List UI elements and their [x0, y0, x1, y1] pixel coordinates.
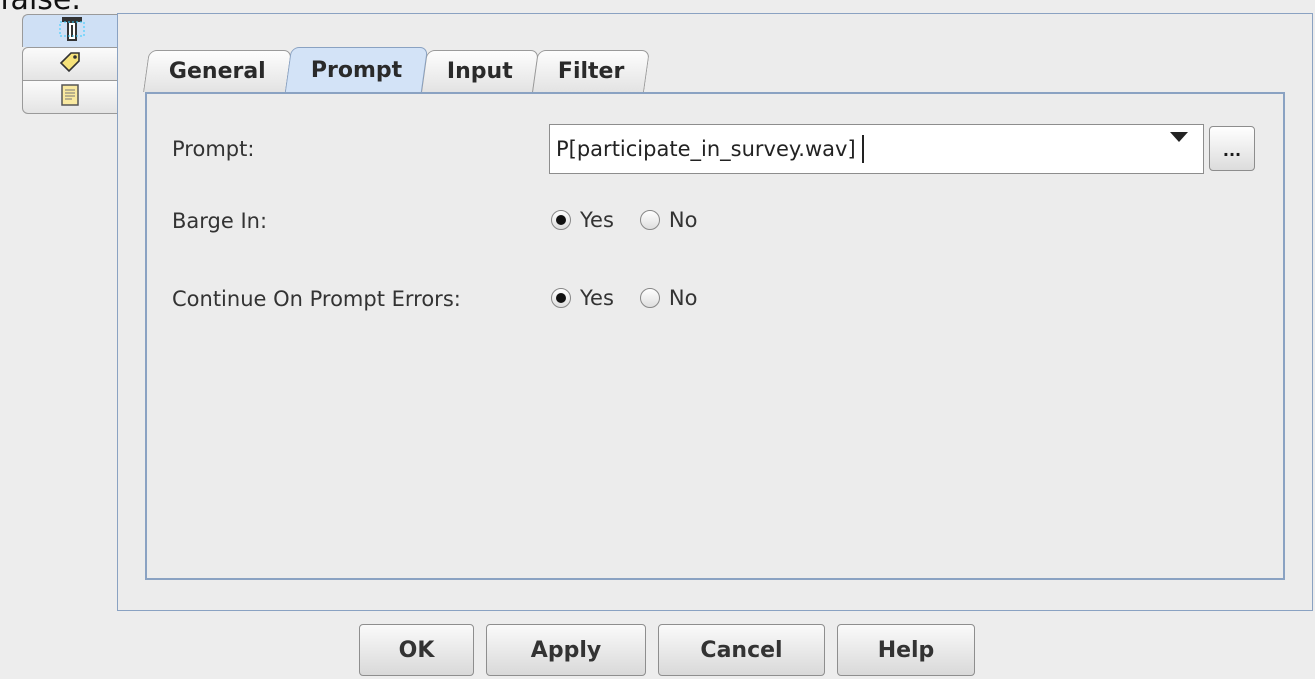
side-icon-tabs — [22, 14, 120, 114]
barge-in-no-radio[interactable] — [639, 210, 660, 230]
tab-input[interactable]: Input — [421, 50, 539, 92]
barge-in-yes-option[interactable]: Yes — [551, 208, 614, 232]
continue-no-radio[interactable] — [639, 288, 660, 308]
dialog-button-row: OK Apply Cancel Help — [359, 624, 975, 676]
continue-on-errors-radio-group: Yes No — [551, 286, 723, 310]
tab-general[interactable]: General — [143, 50, 292, 92]
cancel-button[interactable]: Cancel — [658, 624, 825, 676]
continue-no-option[interactable]: No — [639, 286, 698, 310]
barge-in-no-label: No — [668, 208, 698, 232]
help-button[interactable]: Help — [837, 624, 975, 676]
continue-on-errors-label: Continue On Prompt Errors: — [172, 287, 461, 311]
prompt-combo-input[interactable]: P[participate_in_survey.wav] — [549, 124, 1204, 174]
apply-button[interactable]: Apply — [486, 624, 646, 676]
continue-no-label: No — [668, 286, 698, 310]
tab-bar: General Prompt Input Filter — [143, 47, 651, 92]
prompt-value: P[participate_in_survey.wav] — [556, 137, 856, 161]
side-tab-toolbar[interactable] — [22, 14, 120, 47]
document-icon — [58, 83, 82, 111]
prompt-label: Prompt: — [172, 137, 255, 161]
barge-in-radio-group: Yes No — [551, 208, 723, 232]
barge-in-no-option[interactable]: No — [639, 208, 698, 232]
continue-yes-option[interactable]: Yes — [551, 286, 614, 310]
side-tab-document[interactable] — [22, 80, 118, 114]
browse-button[interactable]: ... — [1209, 126, 1255, 171]
tab-filter[interactable]: Filter — [531, 50, 651, 92]
ok-button[interactable]: OK — [359, 624, 474, 676]
toolbar-icon — [59, 16, 85, 46]
tab-prompt[interactable]: Prompt — [284, 47, 429, 92]
continue-yes-label: Yes — [580, 286, 614, 310]
tag-icon — [57, 49, 83, 79]
text-cursor — [861, 135, 864, 163]
chevron-down-icon[interactable] — [1170, 132, 1188, 142]
barge-in-label: Barge In: — [172, 209, 268, 233]
barge-in-yes-radio[interactable] — [551, 210, 571, 230]
barge-in-yes-label: Yes — [580, 208, 614, 232]
side-tab-tag[interactable] — [22, 47, 118, 80]
continue-yes-radio[interactable] — [551, 288, 571, 308]
